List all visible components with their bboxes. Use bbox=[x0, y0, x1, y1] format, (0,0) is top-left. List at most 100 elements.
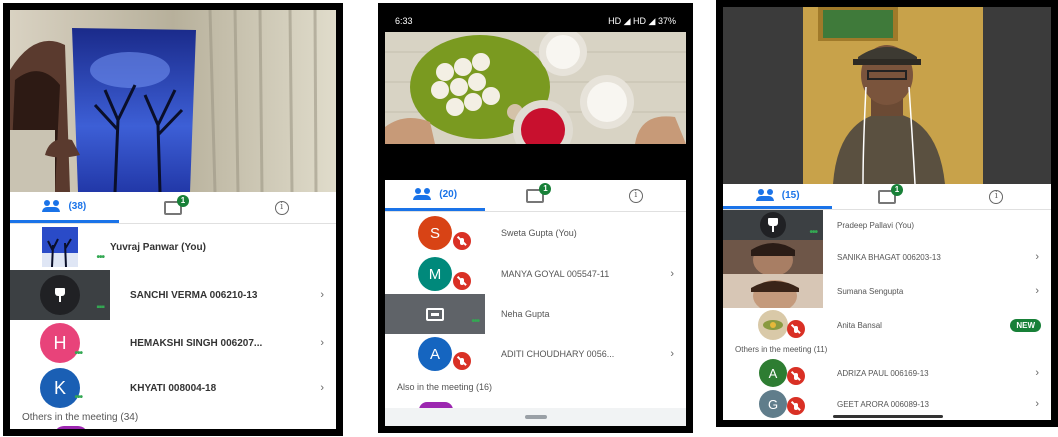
others-section-label: Others in the meeting (11) bbox=[735, 345, 828, 354]
info-icon: i bbox=[989, 189, 1004, 204]
speaking-indicator-icon: ▪▪▪ bbox=[96, 302, 105, 313]
speaking-indicator-icon: ••• bbox=[471, 316, 479, 327]
tab-participants[interactable]: (38) bbox=[10, 192, 119, 223]
participant-thumbnail: S bbox=[385, 212, 485, 254]
participant-name: ADITI CHOUDHARY 0056... bbox=[501, 349, 615, 359]
tab-participants[interactable]: (15) bbox=[723, 184, 833, 209]
video-feed bbox=[385, 32, 686, 144]
avatar: M bbox=[418, 257, 452, 291]
mic-off-icon bbox=[453, 272, 471, 290]
participant-name: KHYATI 008004-18 bbox=[130, 382, 217, 394]
status-bar: 6:33 HD ◢ HD ◢ 37% bbox=[385, 10, 686, 32]
participant-name: Neha Gupta bbox=[501, 309, 550, 319]
people-icon bbox=[755, 189, 776, 201]
participant-row[interactable]: K ••• KHYATI 008004-18 › bbox=[10, 366, 336, 410]
home-handle[interactable] bbox=[525, 415, 547, 419]
participant-thumbnail: ••• bbox=[10, 224, 110, 270]
meet-screenshot-2: 6:33 HD ◢ HD ◢ 37% (20) 1 i S Sweta Gupt… bbox=[378, 3, 693, 433]
flower-image bbox=[763, 320, 783, 330]
meet-screenshot-3: (15) 1 i ••• Pradeep Pallavi (You) SANIK… bbox=[716, 0, 1058, 427]
participants-count: (15) bbox=[781, 189, 800, 201]
participant-row[interactable]: ••• Pradeep Pallavi (You) bbox=[723, 210, 1051, 240]
meet-screenshot-1: (38) 1 i ••• Yuvraj Panwar (You) ▪▪▪ SAN… bbox=[3, 3, 343, 436]
tab-info[interactable]: i bbox=[942, 184, 1051, 209]
tab-participants[interactable]: (20) bbox=[385, 180, 486, 211]
video-letterbox bbox=[385, 144, 686, 180]
participant-row[interactable]: S Sweta Gupta (You) bbox=[385, 212, 686, 254]
info-icon: i bbox=[274, 200, 289, 215]
participant-name: ADRIZA PAUL 006169-13 bbox=[837, 368, 929, 378]
avatar: A bbox=[759, 359, 787, 387]
participant-name: Anita Bansal bbox=[837, 320, 882, 330]
avatar: G bbox=[759, 390, 787, 418]
speaking-indicator-icon: ••• bbox=[809, 227, 817, 238]
speaking-indicator-icon: ••• bbox=[74, 348, 82, 359]
avatar bbox=[40, 275, 80, 315]
participant-thumbnail: K ••• bbox=[10, 366, 110, 410]
avatar bbox=[54, 426, 88, 429]
present-screen-icon bbox=[426, 307, 444, 321]
tab-chat[interactable]: 1 bbox=[485, 180, 585, 211]
tab-chat[interactable]: 1 bbox=[832, 183, 941, 209]
participant-row[interactable]: ••• Yuvraj Panwar (You) bbox=[10, 224, 336, 270]
participant-row[interactable]: ••• Neha Gupta bbox=[385, 294, 686, 334]
participant-name: SANIKA BHAGAT 006203-13 bbox=[837, 252, 941, 262]
participant-name: GEET ARORA 006089-13 bbox=[837, 399, 929, 409]
participant-name: SANCHI VERMA 006210-13 bbox=[130, 289, 258, 301]
participant-name: Pradeep Pallavi (You) bbox=[837, 220, 915, 230]
video-thumbnail bbox=[723, 240, 823, 274]
people-icon bbox=[413, 188, 433, 200]
video-feed bbox=[10, 10, 336, 192]
participant-thumbnail: ••• bbox=[723, 210, 823, 240]
tab-chat[interactable]: 1 bbox=[119, 192, 228, 223]
participant-thumbnail: ••• bbox=[385, 294, 485, 334]
participant-name: HEMAKSHI SINGH 006207... bbox=[130, 337, 263, 349]
status-time: 6:33 bbox=[395, 16, 413, 26]
chevron-right-icon: › bbox=[320, 337, 324, 349]
video-feed bbox=[723, 7, 1051, 184]
video-thumbnail bbox=[42, 227, 78, 267]
chat-badge: 1 bbox=[177, 194, 189, 207]
tab-bar: (38) 1 i bbox=[10, 192, 336, 224]
mic-off-icon bbox=[453, 232, 471, 250]
participant-thumbnail bbox=[723, 308, 823, 342]
new-badge: NEW bbox=[1010, 318, 1041, 332]
participants-count: (20) bbox=[439, 188, 458, 200]
chevron-right-icon: › bbox=[670, 348, 674, 360]
mic-off-icon bbox=[787, 320, 805, 338]
others-section-label: Also in the meeting (16) bbox=[397, 382, 493, 392]
participant-row[interactable]: M MANYA GOYAL 005547-11 › bbox=[385, 254, 686, 294]
home-handle[interactable] bbox=[833, 415, 943, 418]
participant-row[interactable]: SANIKA BHAGAT 006203-13 › bbox=[723, 240, 1051, 274]
video-thumbnail bbox=[723, 274, 823, 308]
chat-icon: 1 bbox=[877, 183, 903, 204]
participant-row[interactable]: H ••• HEMAKSHI SINGH 006207... › bbox=[10, 320, 336, 366]
mic-off-icon bbox=[787, 367, 805, 385]
mic-off-icon bbox=[787, 397, 805, 415]
avatar bbox=[760, 212, 786, 238]
video-image bbox=[385, 32, 686, 144]
people-icon bbox=[42, 200, 62, 212]
tab-info[interactable]: i bbox=[227, 192, 336, 223]
participant-row[interactable]: A ADITI CHOUDHARY 0056... › bbox=[385, 334, 686, 374]
participant-row[interactable]: A ADRIZA PAUL 006169-13 › bbox=[723, 357, 1051, 389]
participant-row[interactable]: Sumana Sengupta › bbox=[723, 274, 1051, 308]
chat-badge: 1 bbox=[539, 182, 552, 195]
video-image bbox=[723, 7, 1051, 184]
participant-thumbnail bbox=[723, 240, 823, 274]
chevron-right-icon: › bbox=[1035, 285, 1039, 297]
participant-row[interactable]: ▪▪▪ SANCHI VERMA 006210-13 › bbox=[10, 270, 336, 320]
participant-name: MANYA GOYAL 005547-11 bbox=[501, 269, 610, 279]
participant-row[interactable]: Anita Bansal NEW bbox=[723, 308, 1051, 342]
chat-icon: 1 bbox=[164, 194, 189, 215]
participants-count: (38) bbox=[68, 200, 87, 212]
info-icon: i bbox=[628, 188, 643, 203]
participant-thumbnail bbox=[723, 274, 823, 308]
avatar bbox=[758, 310, 788, 340]
chevron-right-icon: › bbox=[1035, 251, 1039, 263]
tab-info[interactable]: i bbox=[586, 180, 686, 211]
participant-thumbnail: ▪▪▪ bbox=[10, 270, 110, 320]
speaking-indicator-icon: ••• bbox=[96, 252, 104, 263]
mic-off-icon bbox=[453, 352, 471, 370]
chat-icon: 1 bbox=[526, 182, 552, 203]
